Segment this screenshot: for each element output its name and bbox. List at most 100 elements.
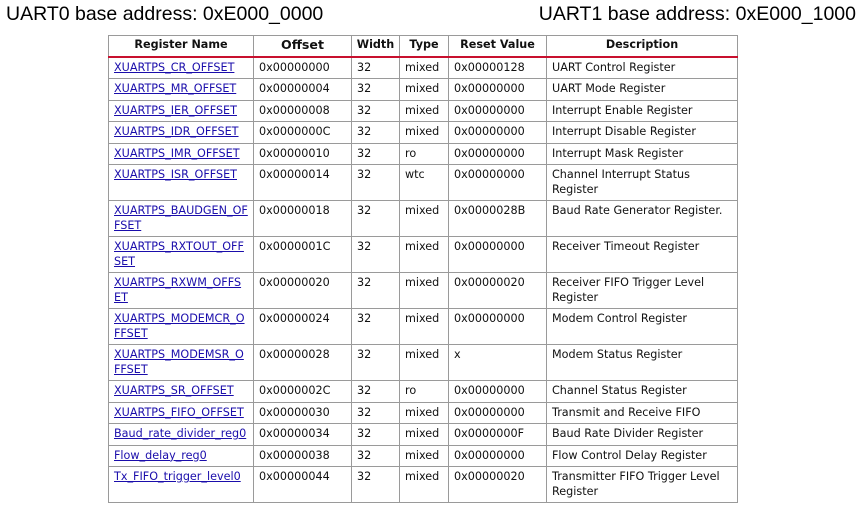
register-name-cell: XUARTPS_SR_OFFSET [108, 380, 254, 403]
column-header-register-name: Register Name [108, 35, 254, 58]
register-name-link[interactable]: XUARTPS_RXTOUT_OFFSET [114, 240, 244, 268]
table-row: XUARTPS_RXWM_OFFSET 0x00000020 32 mixed … [108, 272, 738, 309]
table-row: Tx_FIFO_trigger_level0 0x00000044 32 mix… [108, 466, 738, 503]
type-cell: mixed [399, 444, 449, 467]
register-name-link[interactable]: XUARTPS_SR_OFFSET [114, 384, 234, 397]
column-header-offset: Offset [253, 35, 352, 58]
width-cell: 32 [351, 308, 400, 345]
description-cell: Channel Interrupt Status Register [546, 164, 738, 201]
width-cell: 32 [351, 164, 400, 201]
uart1-base-address-heading: UART1 base address: 0xE000_1000 [538, 3, 856, 25]
offset-cell: 0x00000000 [253, 56, 352, 79]
description-cell: Flow Control Delay Register [546, 444, 738, 467]
column-header-reset-value: Reset Value [448, 35, 547, 58]
table-row: XUARTPS_FIFO_OFFSET 0x00000030 32 mixed … [108, 401, 738, 424]
type-cell: mixed [399, 344, 449, 381]
reset-value-cell: 0x00000000 [448, 164, 547, 201]
offset-cell: 0x0000001C [253, 236, 352, 273]
description-cell: UART Control Register [546, 56, 738, 79]
description-cell: UART Mode Register [546, 78, 738, 101]
offset-cell: 0x0000002C [253, 380, 352, 403]
register-name-cell: XUARTPS_RXTOUT_OFFSET [108, 236, 254, 273]
type-cell: mixed [399, 78, 449, 101]
type-cell: mixed [399, 423, 449, 446]
register-name-link[interactable]: XUARTPS_IER_OFFSET [114, 104, 237, 117]
column-header-width: Width [351, 35, 400, 58]
reset-value-cell: 0x00000020 [448, 272, 547, 309]
offset-cell: 0x00000038 [253, 444, 352, 467]
description-cell: Transmit and Receive FIFO [546, 401, 738, 424]
width-cell: 32 [351, 99, 400, 122]
register-name-link[interactable]: Tx_FIFO_trigger_level0 [114, 470, 241, 483]
width-cell: 32 [351, 444, 400, 467]
register-name-cell: XUARTPS_MODEMCR_OFFSET [108, 308, 254, 345]
description-cell: Interrupt Mask Register [546, 142, 738, 165]
offset-cell: 0x00000030 [253, 401, 352, 424]
reset-value-cell: 0x0000028B [448, 200, 547, 237]
width-cell: 32 [351, 423, 400, 446]
type-cell: mixed [399, 401, 449, 424]
description-cell: Baud Rate Generator Register. [546, 200, 738, 237]
reset-value-cell: 0x00000000 [448, 401, 547, 424]
table-header-row: Register Name Offset Width Type Reset Va… [108, 35, 738, 58]
width-cell: 32 [351, 344, 400, 381]
description-cell: Modem Control Register [546, 308, 738, 345]
register-name-cell: XUARTPS_RXWM_OFFSET [108, 272, 254, 309]
register-name-cell: Tx_FIFO_trigger_level0 [108, 466, 254, 503]
type-cell: mixed [399, 99, 449, 122]
table-row: XUARTPS_MODEMCR_OFFSET 0x00000024 32 mix… [108, 308, 738, 345]
register-name-link[interactable]: Flow_delay_reg0 [114, 449, 207, 462]
register-name-link[interactable]: XUARTPS_FIFO_OFFSET [114, 406, 244, 419]
reset-value-cell: 0x00000000 [448, 121, 547, 144]
register-name-link[interactable]: XUARTPS_ISR_OFFSET [114, 168, 237, 181]
register-name-link[interactable]: XUARTPS_MODEMSR_OFFSET [114, 348, 244, 376]
column-header-type: Type [399, 35, 449, 58]
reset-value-cell: 0x00000128 [448, 56, 547, 79]
reset-value-cell: 0x00000000 [448, 444, 547, 467]
register-name-link[interactable]: XUARTPS_IDR_OFFSET [114, 125, 239, 138]
type-cell: mixed [399, 200, 449, 237]
register-name-cell: XUARTPS_CR_OFFSET [108, 56, 254, 79]
reset-value-cell: 0x0000000F [448, 423, 547, 446]
register-name-cell: XUARTPS_IMR_OFFSET [108, 142, 254, 165]
register-name-link[interactable]: XUARTPS_RXWM_OFFSET [114, 276, 241, 304]
register-name-cell: XUARTPS_IDR_OFFSET [108, 121, 254, 144]
register-name-cell: XUARTPS_FIFO_OFFSET [108, 401, 254, 424]
width-cell: 32 [351, 200, 400, 237]
offset-cell: 0x00000008 [253, 99, 352, 122]
register-name-link[interactable]: XUARTPS_MR_OFFSET [114, 82, 236, 95]
description-cell: Receiver FIFO Trigger Level Register [546, 272, 738, 309]
type-cell: wtc [399, 164, 449, 201]
offset-cell: 0x00000028 [253, 344, 352, 381]
uart0-base-address-heading: UART0 base address: 0xE000_0000 [6, 3, 324, 25]
width-cell: 32 [351, 466, 400, 503]
type-cell: ro [399, 142, 449, 165]
register-name-link[interactable]: XUARTPS_CR_OFFSET [114, 61, 234, 74]
description-cell: Interrupt Enable Register [546, 99, 738, 122]
width-cell: 32 [351, 78, 400, 101]
table-row: XUARTPS_SR_OFFSET 0x0000002C 32 ro 0x000… [108, 380, 738, 403]
type-cell: mixed [399, 466, 449, 503]
width-cell: 32 [351, 272, 400, 309]
offset-cell: 0x00000024 [253, 308, 352, 345]
register-name-link[interactable]: XUARTPS_BAUDGEN_OFFSET [114, 204, 248, 232]
type-cell: mixed [399, 236, 449, 273]
description-cell: Channel Status Register [546, 380, 738, 403]
register-name-cell: XUARTPS_MR_OFFSET [108, 78, 254, 101]
offset-cell: 0x00000020 [253, 272, 352, 309]
type-cell: ro [399, 380, 449, 403]
offset-cell: 0x00000018 [253, 200, 352, 237]
description-cell: Baud Rate Divider Register [546, 423, 738, 446]
offset-cell: 0x0000000C [253, 121, 352, 144]
description-cell: Transmitter FIFO Trigger Level Register [546, 466, 738, 503]
type-cell: mixed [399, 272, 449, 309]
reset-value-cell: 0x00000000 [448, 236, 547, 273]
description-cell: Interrupt Disable Register [546, 121, 738, 144]
register-name-cell: Baud_rate_divider_reg0 [108, 423, 254, 446]
reset-value-cell: 0x00000000 [448, 78, 547, 101]
register-name-link[interactable]: XUARTPS_MODEMCR_OFFSET [114, 312, 245, 340]
register-name-link[interactable]: Baud_rate_divider_reg0 [114, 427, 246, 440]
register-name-cell: XUARTPS_ISR_OFFSET [108, 164, 254, 201]
reset-value-cell: 0x00000020 [448, 466, 547, 503]
register-name-link[interactable]: XUARTPS_IMR_OFFSET [114, 147, 240, 160]
